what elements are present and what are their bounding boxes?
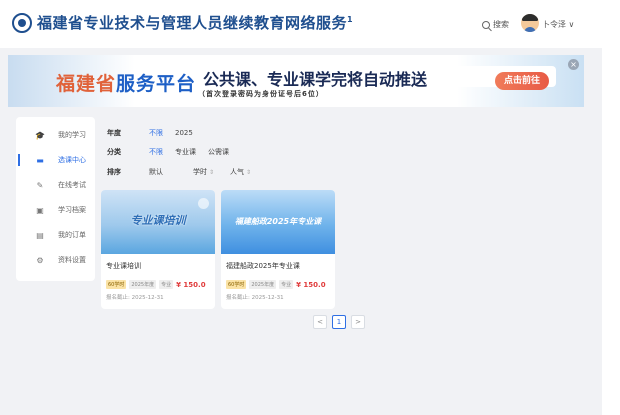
filter-option-year-2025[interactable]: 2025 <box>175 129 193 137</box>
bubble-decoration <box>198 198 209 209</box>
sidebar-item-my-learning[interactable]: 🎓 我的学习 <box>16 127 95 143</box>
hours-badge: 60学时 <box>226 280 247 289</box>
banner-brand-part2: 服务平台 <box>116 73 197 95</box>
sidebar-item-my-orders[interactable]: ▤ 我的订单 <box>16 227 95 243</box>
course-thumbnail: 专业课培训 <box>101 190 215 254</box>
course-tags: 60学时 2025年度 专业 ¥ 150.0 <box>106 280 206 289</box>
gear-icon: ⚙ <box>36 255 44 265</box>
filter-option-public[interactable]: 公需课 <box>208 147 229 157</box>
top-header: 福建省专业技术与管理人员继续教育网络服务1 搜索 卜令泽 ∨ <box>0 0 620 48</box>
order-icon: ▤ <box>36 230 44 240</box>
sidebar-item-label: 我的学习 <box>58 131 86 139</box>
filter-option-category-any[interactable]: 不限 <box>149 147 163 157</box>
pagination-next-button[interactable]: > <box>351 315 365 329</box>
filter-option-year-any[interactable]: 不限 <box>149 128 163 138</box>
pagination-page-button[interactable]: 1 <box>332 315 346 329</box>
sidebar-nav: 🎓 我的学习 ▬ 选课中心 ✎ 在线考试 ▣ 学习档案 ▤ 我的订单 ⚙ 资料设… <box>16 117 95 281</box>
sort-arrows-icon: ⇕ <box>246 169 252 176</box>
sidebar-item-learning-archive[interactable]: ▣ 学习档案 <box>16 202 95 218</box>
archive-icon: ▣ <box>36 205 44 215</box>
site-title-text: 福建省专业技术与管理人员继续教育网络服务 <box>37 14 348 32</box>
search-icon <box>482 20 490 29</box>
site-title-suffix: 1 <box>347 15 354 24</box>
filter-label: 年度 <box>107 129 121 137</box>
sidebar-item-label: 我的订单 <box>58 231 86 239</box>
filter-sort: 排序 默认 学时 ⇕ 人气 ⇕ <box>107 166 263 178</box>
type-badge: 专业 <box>279 280 294 289</box>
banner-headline: 公共课、专业课学完将自动推送 <box>203 70 428 89</box>
sidebar-item-label: 在线考试 <box>58 181 86 189</box>
course-deadline: 报名截止: 2025-12-31 <box>106 295 164 301</box>
scroll-gutter <box>602 48 620 415</box>
sidebar-item-label: 学习档案 <box>58 206 86 214</box>
sidebar-item-course-center[interactable]: ▬ 选课中心 <box>16 152 95 168</box>
course-title: 专业课培训 <box>106 262 141 270</box>
year-badge: 2025年度 <box>129 280 157 289</box>
emblem-icon <box>12 12 32 33</box>
graduation-cap-icon: 🎓 <box>35 130 45 140</box>
course-price: ¥ 150.0 <box>296 280 326 289</box>
sort-default[interactable]: 默认 <box>149 167 163 177</box>
banner-brand: 福建省服务平台 <box>56 69 196 96</box>
course-tags: 60学时 2025年度 专业 ¥ 150.0 <box>226 280 326 289</box>
course-title: 福建船政2025年专业课 <box>226 262 300 270</box>
course-thumbnail-text: 专业课培训 <box>130 214 186 227</box>
course-thumbnail: 福建船政2025年专业课 <box>221 190 335 254</box>
sidebar-item-label: 选课中心 <box>58 156 86 164</box>
filter-option-professional[interactable]: 专业课 <box>175 147 196 157</box>
chevron-down-icon: ∨ <box>568 20 575 29</box>
user-menu[interactable]: 卜令泽 ∨ <box>542 19 574 30</box>
sidebar-item-label: 资料设置 <box>58 256 86 264</box>
promo-banner[interactable]: 福建省服务平台 公共课、专业课学完将自动推送 （首次登录密码为身份证号后6位） … <box>8 55 584 107</box>
course-card[interactable]: 福建船政2025年专业课 福建船政2025年专业课 60学时 2025年度 专业… <box>221 190 335 309</box>
sidebar-item-online-exam[interactable]: ✎ 在线考试 <box>16 177 95 193</box>
monitor-icon: ▬ <box>36 155 44 165</box>
hours-badge: 60学时 <box>106 280 127 289</box>
type-badge: 专业 <box>159 280 174 289</box>
filter-label: 排序 <box>107 168 121 176</box>
site-title: 福建省专业技术与管理人员继续教育网络服务1 <box>37 12 353 33</box>
search-link[interactable]: 搜索 <box>482 19 509 30</box>
filter-year: 年度 不限 2025 <box>107 127 205 139</box>
username-label: 卜令泽 <box>542 20 566 29</box>
filter-label: 分类 <box>107 148 121 156</box>
course-price: ¥ 150.0 <box>176 280 206 289</box>
banner-hint: （首次登录密码为身份证号后6位） <box>198 90 324 98</box>
site-logo[interactable]: 福建省专业技术与管理人员继续教育网络服务1 <box>12 12 353 33</box>
filter-category: 分类 不限 专业课 公需课 <box>107 146 241 158</box>
course-thumbnail-text: 福建船政2025年专业课 <box>234 217 322 226</box>
banner-brand-part1: 福建省 <box>56 73 117 95</box>
sort-by-hours[interactable]: 学时 ⇕ <box>193 167 214 177</box>
user-avatar[interactable] <box>521 14 539 32</box>
banner-cta-button[interactable]: 点击前往 <box>495 72 549 90</box>
sidebar-item-profile-settings[interactable]: ⚙ 资料设置 <box>16 252 95 268</box>
course-deadline: 报名截止: 2025-12-31 <box>226 295 284 301</box>
search-label: 搜索 <box>493 20 509 29</box>
edit-icon: ✎ <box>36 180 44 190</box>
course-card[interactable]: 专业课培训 专业课培训 60学时 2025年度 专业 ¥ 150.0 报名截止:… <box>101 190 215 309</box>
sort-arrows-icon: ⇕ <box>209 169 215 176</box>
pagination-prev-button[interactable]: < <box>313 315 327 329</box>
sort-by-hours-label: 学时 <box>193 168 207 176</box>
sort-by-popularity[interactable]: 人气 ⇕ <box>230 167 251 177</box>
close-icon[interactable]: × <box>568 59 579 70</box>
sort-by-popularity-label: 人气 <box>230 168 245 176</box>
year-badge: 2025年度 <box>249 280 277 289</box>
